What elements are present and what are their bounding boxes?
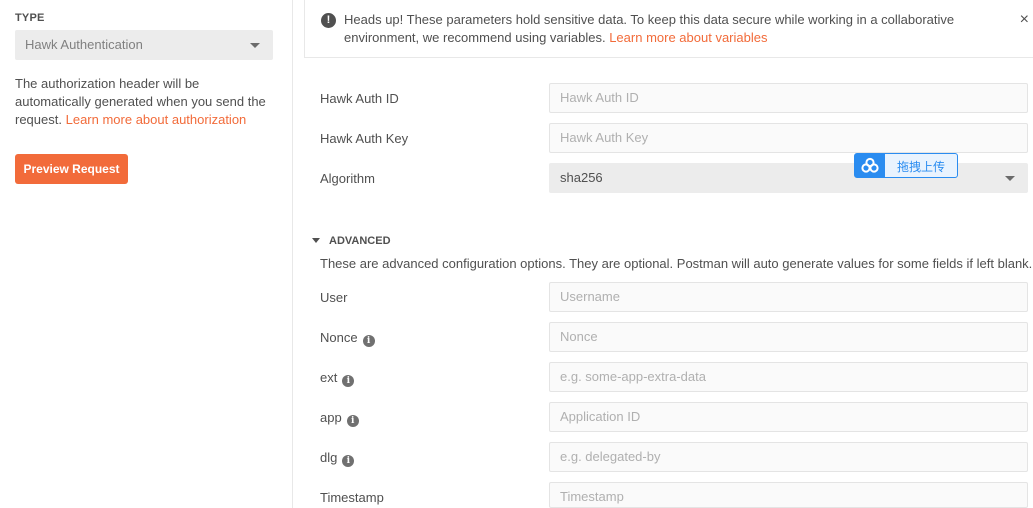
preview-request-button[interactable]: Preview Request <box>15 154 128 184</box>
ext-input[interactable]: e.g. some-app-extra-data <box>549 362 1028 392</box>
algorithm-label: Algorithm <box>320 171 375 186</box>
close-icon[interactable]: × <box>1020 11 1029 29</box>
chevron-down-icon <box>1005 176 1015 181</box>
advanced-toggle[interactable]: ADVANCED <box>312 235 391 247</box>
user-label: User <box>320 290 348 305</box>
cloud-upload-icon <box>855 154 885 177</box>
algorithm-value: sha256 <box>560 170 603 185</box>
info-icon[interactable]: i <box>362 335 375 347</box>
alert-text: Heads up! These parameters hold sensitiv… <box>344 12 955 45</box>
learn-more-variables-link[interactable]: Learn more about variables <box>609 30 767 45</box>
advanced-description: These are advanced configuration options… <box>320 256 1033 271</box>
sensitive-data-alert: ! Heads up! These parameters hold sensit… <box>304 0 1033 58</box>
info-icon[interactable]: i <box>342 375 355 387</box>
drag-upload-widget[interactable]: 拖拽上传 <box>854 153 958 178</box>
auth-sidebar: TYPE Hawk Authentication The authorizati… <box>0 0 293 508</box>
info-icon[interactable]: i <box>346 415 359 427</box>
learn-more-authorization-link[interactable]: Learn more about authorization <box>66 112 247 127</box>
exclamation-icon: ! <box>321 13 336 28</box>
hawk-auth-key-label: Hawk Auth Key <box>320 131 409 146</box>
type-label: TYPE <box>15 12 45 24</box>
hawk-auth-key-input[interactable]: Hawk Auth Key <box>549 123 1028 153</box>
info-icon[interactable]: i <box>342 455 355 467</box>
dlg-label: dlg i <box>320 450 355 467</box>
hawk-auth-id-label: Hawk Auth ID <box>320 91 399 106</box>
app-label: app i <box>320 410 359 427</box>
timestamp-label: Timestamp <box>320 490 384 505</box>
drag-upload-label: 拖拽上传 <box>897 160 946 174</box>
app-input[interactable]: Application ID <box>549 402 1028 432</box>
user-input[interactable]: Username <box>549 282 1028 312</box>
auth-params-panel: ! Heads up! These parameters hold sensit… <box>293 0 1033 508</box>
chevron-down-icon <box>312 238 320 243</box>
hawk-auth-id-input[interactable]: Hawk Auth ID <box>549 83 1028 113</box>
timestamp-input[interactable]: Timestamp <box>549 482 1028 508</box>
auth-description: The authorization header will be automat… <box>15 76 266 127</box>
nonce-label: Nonce i <box>320 330 375 347</box>
chevron-down-icon <box>250 43 260 48</box>
nonce-input[interactable]: Nonce <box>549 322 1028 352</box>
dlg-input[interactable]: e.g. delegated-by <box>549 442 1028 472</box>
auth-type-select[interactable]: Hawk Authentication <box>15 30 273 60</box>
auth-type-value: Hawk Authentication <box>25 37 143 52</box>
ext-label: ext i <box>320 370 355 387</box>
